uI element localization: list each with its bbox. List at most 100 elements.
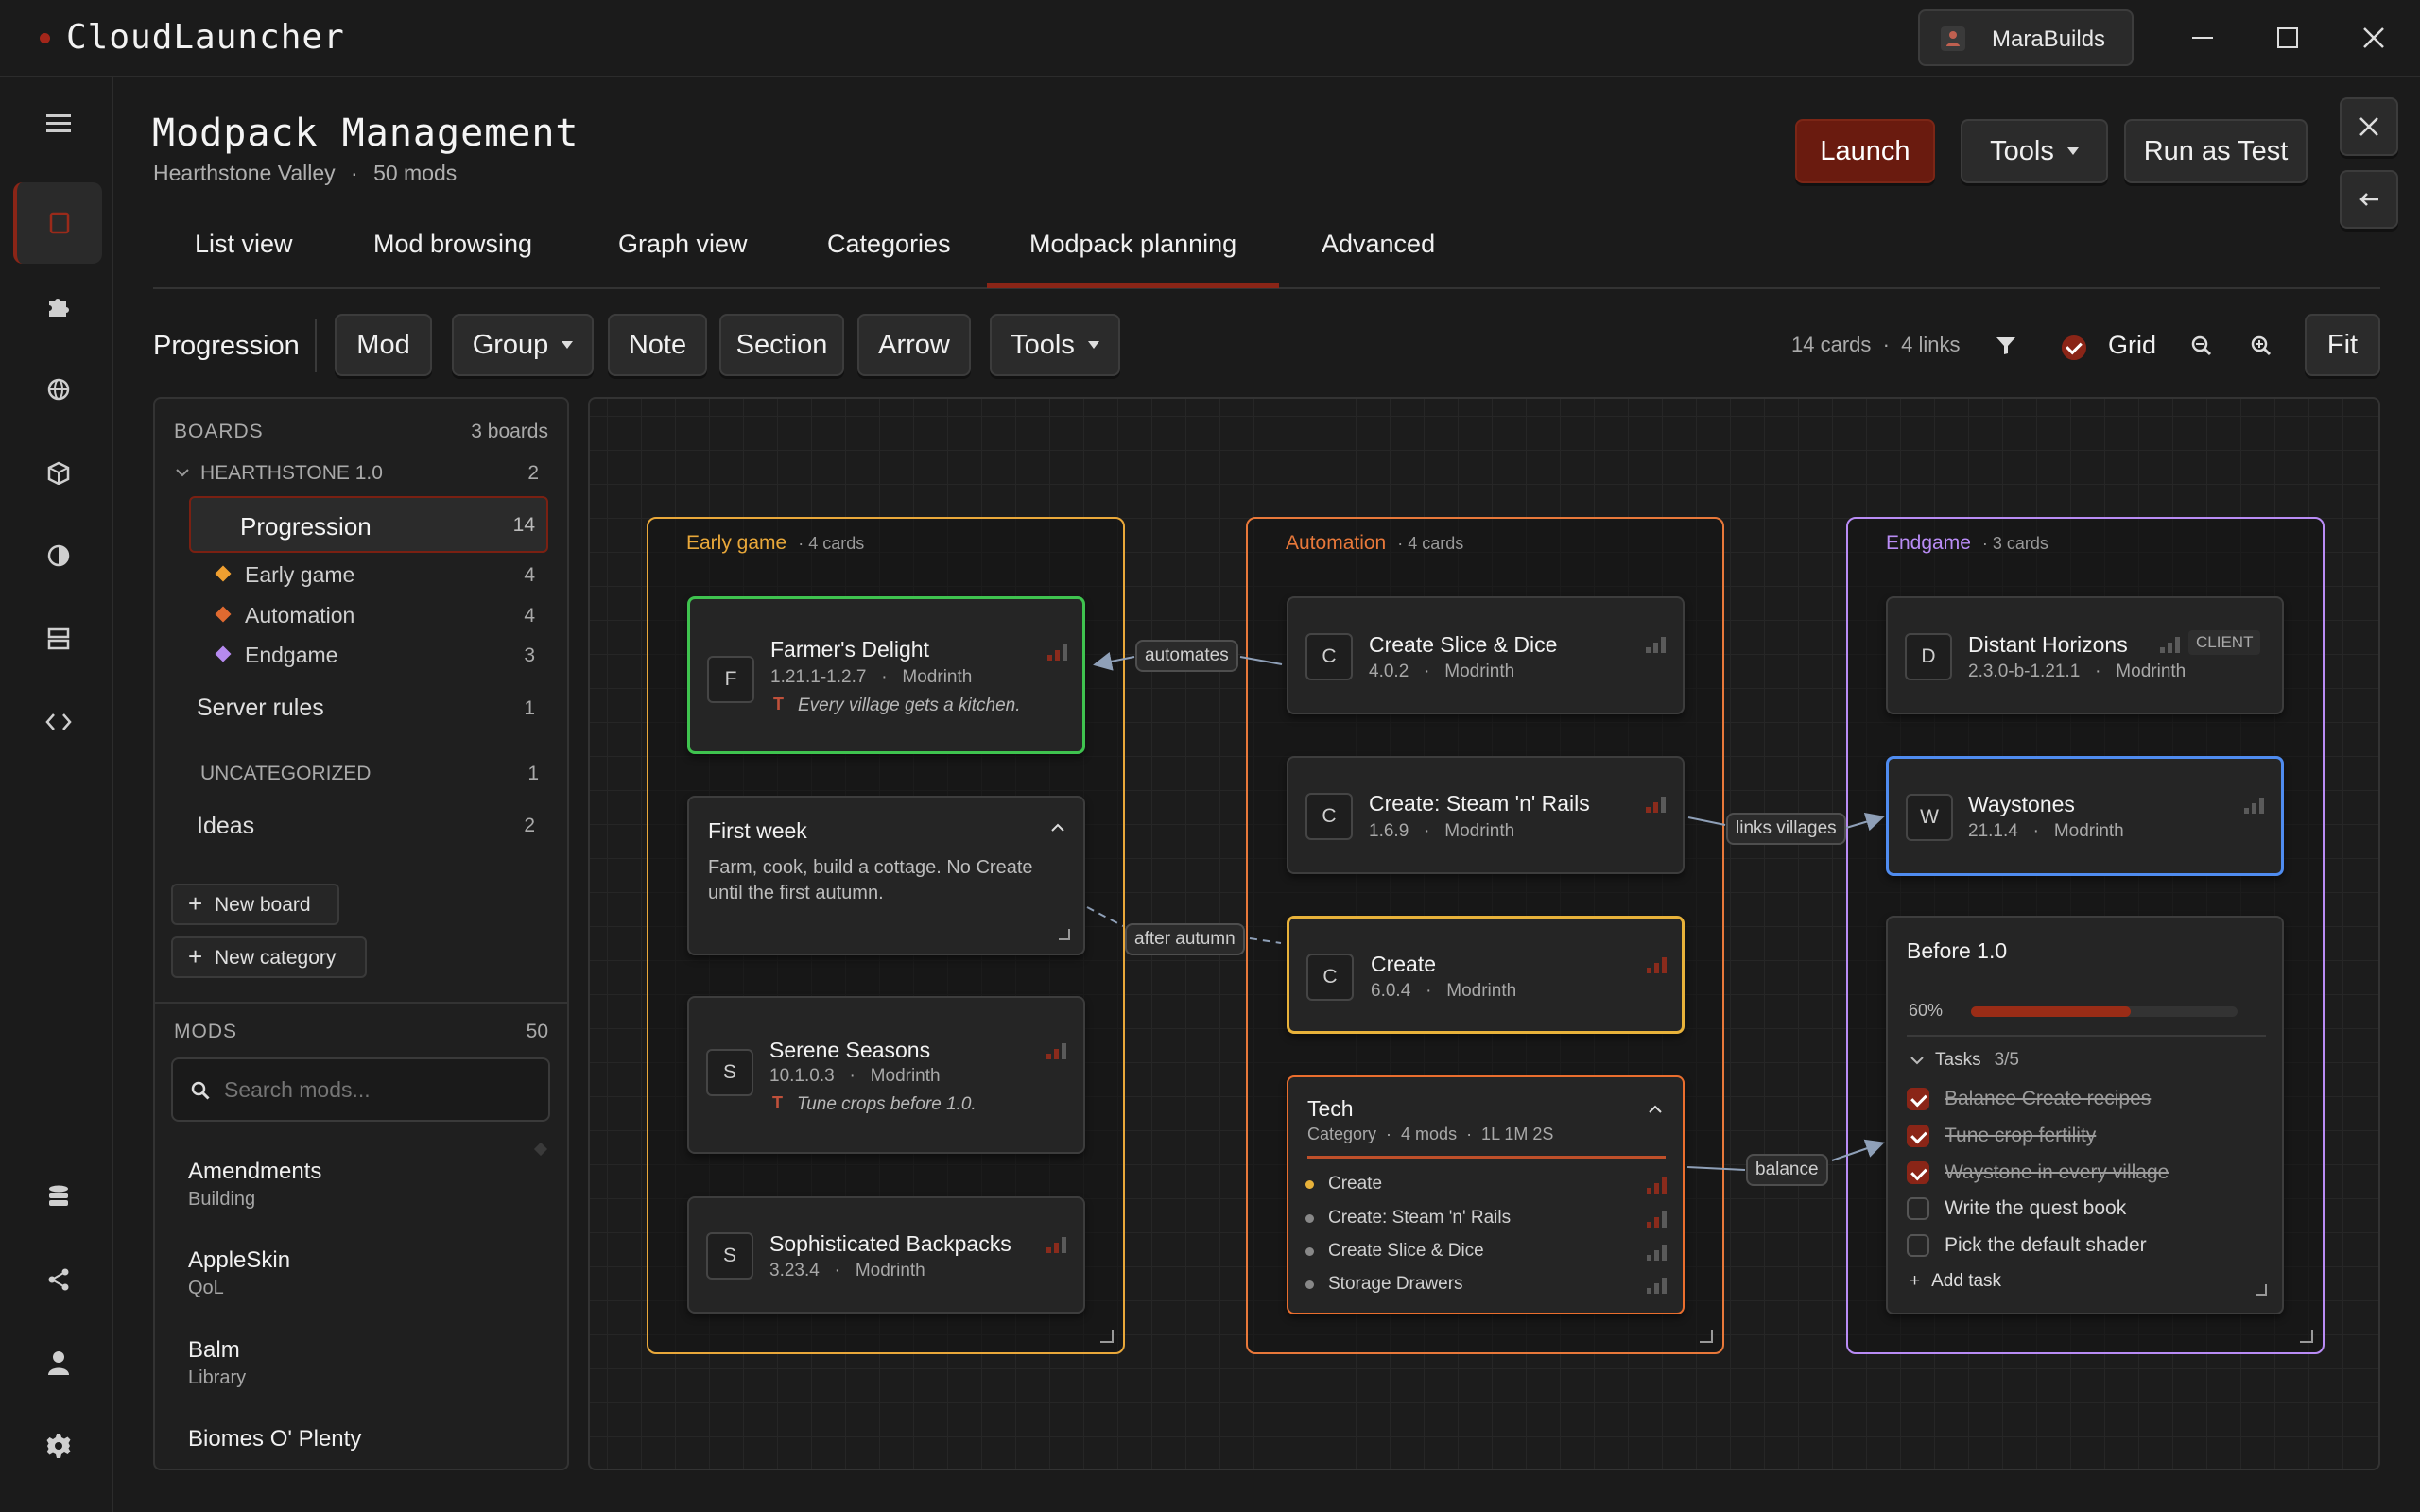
- note-icon: T: [772, 1093, 783, 1112]
- link-label-automates[interactable]: automates: [1135, 640, 1238, 672]
- category-item-dot: [1305, 1214, 1314, 1223]
- mod-card-title: Waystones: [1968, 792, 2075, 816]
- tasks-label: Tasks 3/5: [1935, 1050, 2019, 1071]
- link-villages-head[interactable]: [1845, 812, 1885, 832]
- task-checkbox[interactable]: [1907, 1197, 1929, 1220]
- mod-card-meta: 10.1.0.3 · Modrinth: [769, 1066, 941, 1086]
- mod-badge: F: [707, 656, 754, 703]
- mod-card-farmers-delight[interactable]: F Farmer's Delight 1.21.1-1.2.7 · Modrin…: [687, 596, 1085, 754]
- category-item[interactable]: Create: [1328, 1174, 1382, 1194]
- mod-card-title: Sophisticated Backpacks: [769, 1231, 1011, 1256]
- priority-bars-icon: [1647, 1244, 1668, 1261]
- category-item-dot: [1305, 1180, 1314, 1189]
- priority-bars-icon: [1646, 796, 1667, 813]
- task-text: Write the quest book: [1945, 1197, 2127, 1219]
- note-card-first-week[interactable]: First week Farm, cook, build a cottage. …: [687, 796, 1085, 955]
- category-item-dot: [1305, 1247, 1314, 1256]
- priority-bars-icon: [1647, 1211, 1668, 1228]
- priority-bars-icon: [2160, 636, 2181, 653]
- link-automates[interactable]: [1239, 656, 1283, 665]
- category-meta: Category · 4 mods · 1L 1M 2S: [1307, 1125, 1554, 1143]
- mod-card-note: Every village gets a kitchen.: [798, 696, 1021, 715]
- link-balance[interactable]: [1686, 1166, 1746, 1171]
- mod-badge: S: [706, 1232, 753, 1280]
- mod-card-create-steam-rails[interactable]: C Create: Steam 'n' Rails 1.6.9 · Modrin…: [1287, 756, 1685, 874]
- priority-bars-icon: [1046, 1236, 1067, 1253]
- category-item-dot: [1305, 1280, 1314, 1289]
- link-villages[interactable]: [1687, 816, 1726, 826]
- mod-card-waystones[interactable]: W Waystones 21.1.4 · Modrinth: [1886, 756, 2284, 876]
- mod-card-title: Distant Horizons: [1968, 632, 2128, 657]
- mod-badge: C: [1305, 633, 1353, 680]
- link-balance-head[interactable]: [1831, 1139, 1885, 1161]
- mod-card-meta: 2.3.0-b-1.21.1 · Modrinth: [1968, 662, 2187, 681]
- checklist-divider: [1907, 1035, 2266, 1037]
- note-text-line: Farm, cook, build a cottage. No Create: [708, 857, 1033, 878]
- task-text: Waystone in every village: [1945, 1161, 2169, 1183]
- priority-bars-icon: [1647, 1277, 1668, 1294]
- category-item[interactable]: Create: Steam 'n' Rails: [1328, 1208, 1511, 1228]
- note-text-line: until the first autumn.: [708, 883, 884, 903]
- mod-card-distant-horizons[interactable]: D Distant Horizons 2.3.0-b-1.21.1 · Modr…: [1886, 596, 2284, 714]
- category-title: Tech: [1307, 1096, 1354, 1121]
- mod-card-create-slice-dice[interactable]: C Create Slice & Dice 4.0.2 · Modrinth: [1287, 596, 1685, 714]
- collapse-icon[interactable]: [1644, 1098, 1667, 1121]
- link-automates-head[interactable]: [1093, 652, 1135, 671]
- link-after-autumn-head[interactable]: [1249, 937, 1282, 944]
- progress-track: [1971, 1006, 2238, 1017]
- priority-bars-icon: [1647, 1177, 1668, 1194]
- mod-card-title: Create Slice & Dice: [1369, 632, 1558, 657]
- link-label-balance[interactable]: balance: [1746, 1154, 1828, 1186]
- mod-badge: S: [706, 1049, 753, 1096]
- chevron-down-icon[interactable]: [1909, 1052, 1926, 1069]
- category-item[interactable]: Create Slice & Dice: [1328, 1241, 1484, 1262]
- collapse-icon[interactable]: [1046, 816, 1069, 839]
- task-text: Balance Create recipes: [1945, 1088, 2152, 1109]
- category-divider: [1307, 1156, 1666, 1159]
- priority-bars-icon: [1646, 636, 1667, 653]
- mod-card-title: Create: Steam 'n' Rails: [1369, 791, 1590, 816]
- task-checkbox[interactable]: [1907, 1125, 1929, 1147]
- task-checkbox[interactable]: [1907, 1088, 1929, 1110]
- mod-card-meta: 3.23.4 · Modrinth: [769, 1261, 925, 1280]
- task-checkbox[interactable]: [1907, 1161, 1929, 1184]
- mod-badge: C: [1306, 954, 1354, 1001]
- mod-card-meta: 6.0.4 · Modrinth: [1371, 981, 1517, 1001]
- link-after-autumn[interactable]: [1086, 906, 1124, 927]
- checklist-title: Before 1.0: [1907, 938, 2008, 963]
- link-label-after-autumn[interactable]: after autumn: [1125, 923, 1245, 955]
- note-icon: T: [773, 695, 784, 713]
- resize-handle-icon[interactable]: [2256, 1284, 2267, 1296]
- task-checkbox[interactable]: [1907, 1234, 1929, 1257]
- tasks-label-text: Tasks: [1935, 1050, 1981, 1070]
- mod-card-meta: 21.1.4 · Modrinth: [1968, 821, 2124, 841]
- priority-bars-icon: [1046, 1042, 1067, 1059]
- link-label-links-villages[interactable]: links villages: [1726, 813, 1846, 845]
- note-title: First week: [708, 818, 807, 843]
- mod-card-meta: 4.0.2 · Modrinth: [1369, 662, 1515, 681]
- priority-bars-icon: [2244, 797, 2265, 814]
- priority-bars-icon: [1647, 956, 1668, 973]
- mod-card-note: Tune crops before 1.0.: [797, 1094, 977, 1114]
- mod-badge: W: [1906, 794, 1953, 841]
- task-text: Tune crop fertility: [1945, 1125, 2097, 1146]
- progress-fill: [1971, 1006, 2132, 1017]
- mod-card-title: Create: [1371, 952, 1437, 976]
- add-task-button[interactable]: + Add task: [1910, 1271, 2001, 1292]
- mod-card-create[interactable]: C Create 6.0.4 · Modrinth: [1287, 916, 1685, 1034]
- resize-handle-icon[interactable]: [1059, 929, 1070, 940]
- mod-badge: C: [1305, 793, 1353, 840]
- category-item[interactable]: Storage Drawers: [1328, 1274, 1463, 1295]
- mod-card-title: Serene Seasons: [769, 1038, 931, 1062]
- priority-bars-icon: [1047, 644, 1068, 661]
- mod-card-meta: 1.21.1-1.2.7 · Modrinth: [770, 667, 973, 687]
- progress-label: 60%: [1909, 1001, 1944, 1020]
- client-tag: CLIENT: [2188, 630, 2261, 655]
- plus-icon: +: [1910, 1271, 1921, 1291]
- mod-card-title: Farmer's Delight: [770, 637, 929, 662]
- mod-card-sophisticated-backpacks[interactable]: S Sophisticated Backpacks 3.23.4 · Modri…: [687, 1196, 1085, 1314]
- mod-badge: D: [1905, 633, 1952, 680]
- mod-card-serene-seasons[interactable]: S Serene Seasons 10.1.0.3 · Modrinth T T…: [687, 996, 1085, 1154]
- tasks-count: 3/5: [1994, 1050, 2019, 1070]
- task-text: Pick the default shader: [1945, 1234, 2147, 1256]
